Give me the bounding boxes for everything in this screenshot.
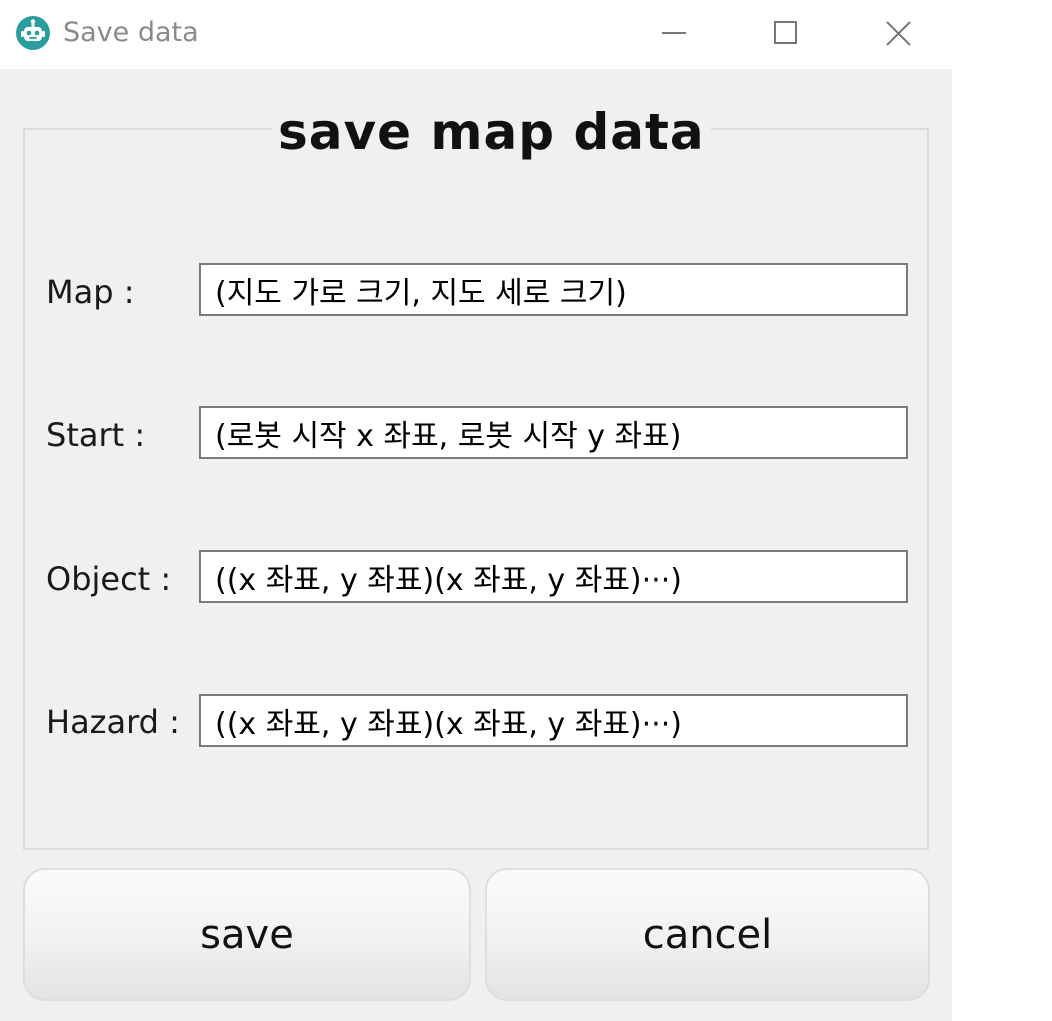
hazard-label: Hazard :: [46, 703, 180, 741]
save-data-window: Save data save map data Map : Start : Ob…: [0, 0, 952, 1021]
object-label: Object :: [46, 560, 172, 598]
close-button[interactable]: [868, 8, 928, 60]
minimize-button[interactable]: [645, 8, 705, 60]
cancel-button[interactable]: cancel: [485, 868, 930, 1001]
map-input[interactable]: [199, 263, 908, 316]
maximize-icon: [774, 21, 797, 44]
window-title: Save data: [63, 17, 199, 48]
minimize-icon: [662, 32, 686, 34]
maximize-button[interactable]: [756, 8, 816, 60]
start-input[interactable]: [199, 406, 908, 459]
group-title: save map data: [272, 104, 711, 160]
close-icon: [886, 21, 911, 46]
object-input[interactable]: [199, 550, 908, 603]
map-label: Map :: [46, 273, 135, 311]
save-button[interactable]: save: [23, 868, 471, 1001]
start-label: Start :: [46, 416, 146, 454]
hazard-input[interactable]: [199, 694, 908, 747]
title-bar[interactable]: Save data: [0, 0, 952, 69]
robot-icon: [16, 16, 50, 50]
